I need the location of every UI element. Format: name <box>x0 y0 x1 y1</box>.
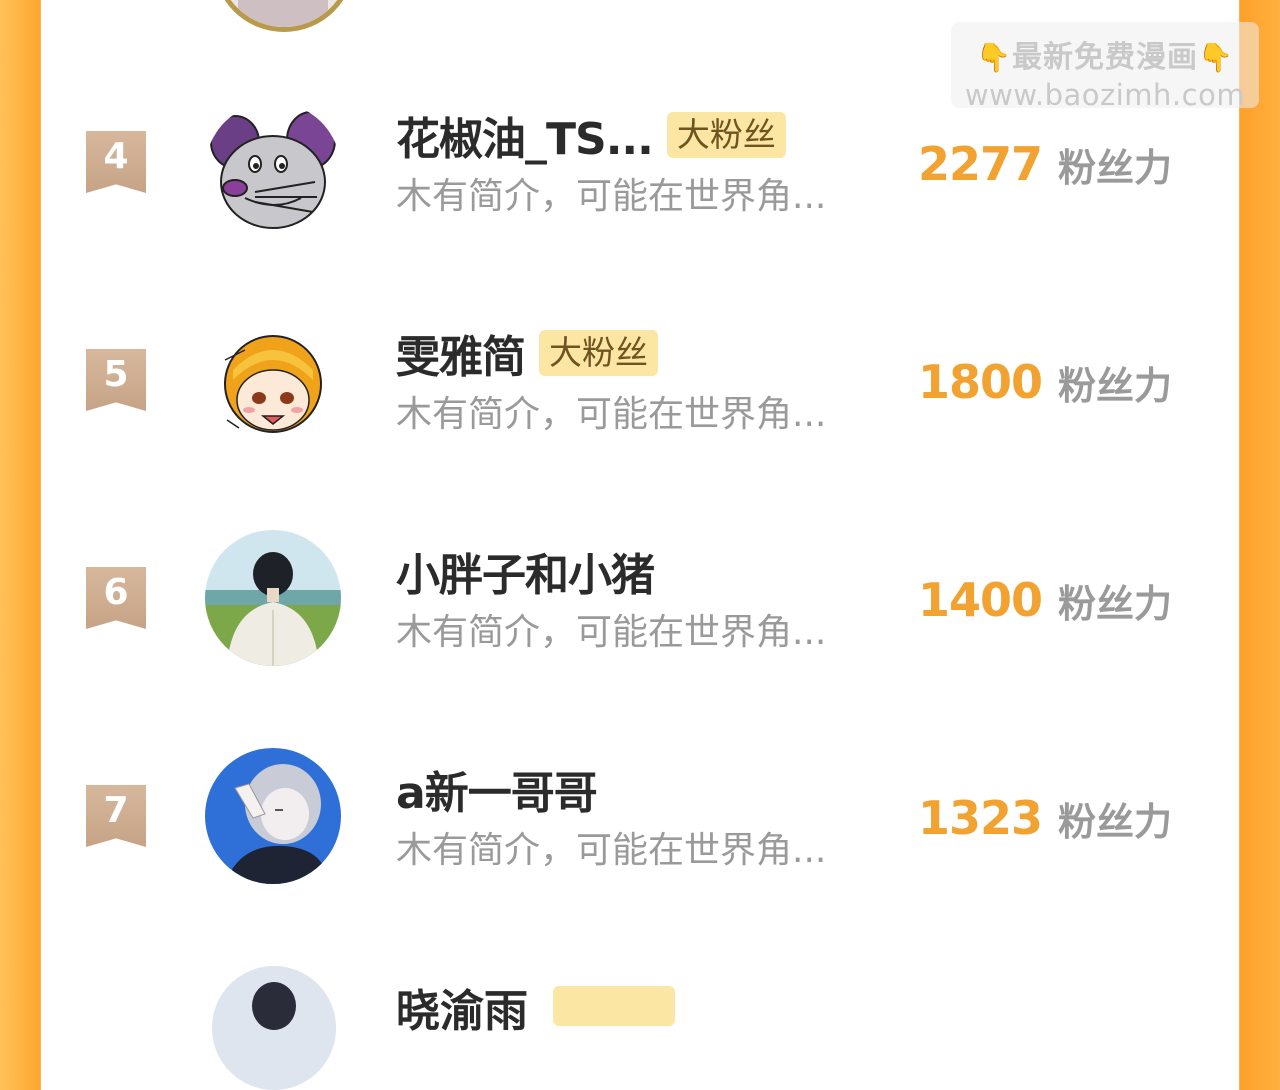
user-intro: 木有简介，可能在世界角... <box>396 612 827 653</box>
fan-power-label: 粉丝力 <box>1058 145 1173 190</box>
ranking-row[interactable]: 4 花椒油_TS... 大粉丝 木有简介，可能在世界角... 2277 粉丝力 <box>0 57 1280 275</box>
fan-badge <box>553 986 675 1026</box>
rank-ribbon: 6 <box>86 567 146 629</box>
fan-power-value: 1400 <box>918 573 1043 627</box>
fan-power-value: 2277 <box>918 137 1043 191</box>
fan-power-value: 1800 <box>918 355 1043 409</box>
mouse-avatar-icon[interactable] <box>205 102 341 238</box>
fan-power-label: 粉丝力 <box>1058 363 1173 408</box>
fan-badge: 大粉丝 <box>539 330 658 376</box>
user-name[interactable]: 花椒油_TS... <box>396 103 654 167</box>
user-intro: 木有简介，可能在世界角... <box>396 394 827 435</box>
next-avatar[interactable] <box>212 966 336 1090</box>
ranking-row[interactable]: 5 雯雅简 大粉丝 木有简介，可能在世界角... 1800 粉丝力 <box>0 275 1280 493</box>
user-intro: 木有简介，可能在世界角... <box>396 830 827 871</box>
user-name[interactable]: 雯雅简 <box>396 321 526 385</box>
fan-power-label: 粉丝力 <box>1058 581 1173 626</box>
fan-power-value: 1323 <box>918 791 1043 845</box>
ranking-row[interactable]: 7 a新一哥哥 木有简介，可能在世界角... 1323 粉丝力 <box>0 711 1280 929</box>
fan-power-label: 粉丝力 <box>1058 799 1173 844</box>
user-intro: 木有简介，可能在世界角... <box>396 176 827 217</box>
user-name[interactable]: a新一哥哥 <box>396 757 598 821</box>
rank-ribbon: 5 <box>86 349 146 411</box>
rank-ribbon: 7 <box>86 785 146 847</box>
fan-badge: 大粉丝 <box>666 112 786 158</box>
anime-boy-avatar-icon[interactable] <box>205 748 341 884</box>
anime-girl-avatar-icon[interactable] <box>205 320 341 456</box>
user-name[interactable]: 小胖子和小猪 <box>396 539 655 603</box>
boy-landscape-avatar-icon[interactable] <box>205 530 341 666</box>
rank-ribbon: 4 <box>86 131 146 193</box>
ranking-row[interactable]: 6 小胖子和小猪 木有简介，可能在世界角... 1400 粉丝力 <box>0 493 1280 711</box>
next-user-name[interactable]: 晓渝雨 <box>396 975 528 1039</box>
